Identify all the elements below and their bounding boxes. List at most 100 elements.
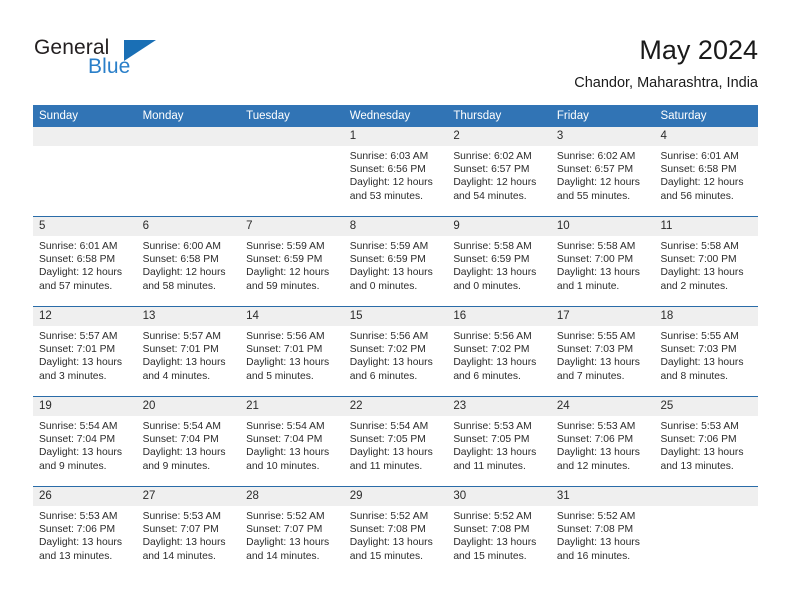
day-detail-line: Sunset: 7:06 PM [556,434,634,446]
day-number: 31 [550,487,655,506]
day-cell-29[interactable]: 29 Sunrise: 5:52 AM Sunset: 7:08 PM Dayligh… [343,487,448,576]
day-detail-line: Sunrise: 5:53 AM [660,421,739,432]
day-number: 28 [240,487,344,506]
day-cell-17[interactable]: 17 Sunrise: 5:55 AM Sunset: 7:03 PM Dayligh… [550,307,655,396]
day-detail-line: and 9 minutes. [142,460,211,472]
day-detail-line: Sunrise: 5:58 AM [556,241,636,252]
day-cell-31[interactable]: 31 Sunrise: 5:52 AM Sunset: 7:08 PM Dayligh… [550,487,655,576]
day-detail-line: Sunrise: 5:56 AM [453,331,532,342]
day-details: Sunrise: 5:52 AM Sunset: 7:07 PM Daylight:… [240,506,344,563]
day-cell-4[interactable]: 4 Sunrise: 6:01 AM Sunset: 6:58 PM Daylight… [654,127,759,216]
day-detail-line: and 14 minutes. [142,550,216,562]
day-cell-25[interactable]: 25 Sunrise: 5:53 AM Sunset: 7:06 PM Dayligh… [654,397,759,486]
day-detail-line: Sunset: 7:04 PM [142,434,219,446]
day-cell-12[interactable]: 12 Sunrise: 5:57 AM Sunset: 7:01 PM Dayligh… [33,307,137,396]
day-detail-line: Daylight: 13 hours [556,537,640,549]
day-details: Sunrise: 6:01 AM Sunset: 6:58 PM Daylight:… [654,146,758,203]
day-detail-line: Daylight: 13 hours [39,357,122,369]
day-number: 13 [136,307,241,326]
day-detail-line: Sunrise: 5:52 AM [556,511,636,522]
day-detail-line: Sunrise: 5:57 AM [39,331,118,342]
title-block: May 2024 Chandor, Maharashtra, India [574,34,758,93]
weekday-header-sunday: Sunday [39,110,79,122]
page-header: General Blue May 2024 Chandor, Maharasht… [0,0,792,100]
day-cell-11[interactable]: 11 Sunrise: 5:58 AM Sunset: 7:00 PM Dayligh… [654,217,759,306]
day-detail-line: Daylight: 13 hours [660,447,744,459]
day-number: 6 [136,217,241,236]
day-number: 3 [550,127,655,146]
day-detail-line: and 9 minutes. [39,460,107,472]
day-number: 20 [136,397,241,416]
day-cell-8[interactable]: 8 Sunrise: 5:59 AM Sunset: 6:59 PM Daylight… [343,217,448,306]
day-detail-line: Sunset: 6:59 PM [246,254,323,266]
day-detail-line: Daylight: 13 hours [246,447,330,459]
day-detail-line: Daylight: 13 hours [142,357,226,369]
day-detail-line: Daylight: 13 hours [349,267,433,279]
day-detail-line: and 6 minutes. [349,370,418,382]
day-cell-10[interactable]: 10 Sunrise: 5:58 AM Sunset: 7:00 PM Dayligh… [550,217,655,306]
day-cell-16[interactable]: 16 Sunrise: 5:56 AM Sunset: 7:02 PM Dayligh… [447,307,551,396]
day-cell-24[interactable]: 24 Sunrise: 5:53 AM Sunset: 7:06 PM Dayligh… [550,397,655,486]
day-cell-13[interactable]: 13 Sunrise: 5:57 AM Sunset: 7:01 PM Dayligh… [136,307,241,396]
day-detail-line: Sunset: 7:03 PM [660,344,737,356]
day-detail-line: Sunset: 7:08 PM [349,524,426,536]
day-detail-line: Daylight: 12 hours [660,177,744,189]
calendar-week-row: 26 Sunrise: 5:53 AM Sunset: 7:06 PM Dayligh… [33,486,759,576]
day-detail-line: Sunrise: 5:58 AM [660,241,739,252]
day-detail-line: Sunrise: 5:52 AM [246,511,325,522]
day-cell-2[interactable]: 2 Sunrise: 6:02 AM Sunset: 6:57 PM Daylight… [447,127,551,216]
day-number: 4 [654,127,759,146]
day-number: 1 [343,127,448,146]
day-number [33,127,137,146]
day-details: Sunrise: 5:56 AM Sunset: 7:01 PM Daylight:… [240,326,344,383]
day-details: Sunrise: 6:01 AM Sunset: 6:58 PM Daylight:… [33,236,137,293]
day-detail-line: Daylight: 12 hours [556,177,640,189]
day-detail-line: Sunset: 7:00 PM [556,254,634,266]
weekday-header-wednesday: Wednesday [349,110,411,122]
weekday-header-monday: Monday [142,110,184,122]
general-blue-logo[interactable]: General Blue [34,36,164,82]
day-detail-line: Sunset: 7:00 PM [660,254,737,266]
day-detail-line: Daylight: 12 hours [246,267,330,279]
day-detail-line: Daylight: 13 hours [246,537,330,549]
day-cell-28[interactable]: 28 Sunrise: 5:52 AM Sunset: 7:07 PM Dayligh… [240,487,344,576]
day-detail-line: Sunset: 7:07 PM [142,524,219,536]
day-number [136,127,241,146]
day-details [240,146,344,150]
day-detail-line: and 3 minutes. [39,370,107,382]
day-detail-line: and 56 minutes. [660,190,734,202]
day-cell-20[interactable]: 20 Sunrise: 5:54 AM Sunset: 7:04 PM Dayligh… [136,397,241,486]
day-cell-14[interactable]: 14 Sunrise: 5:56 AM Sunset: 7:01 PM Dayligh… [240,307,344,396]
day-detail-line: and 1 minute. [556,280,620,292]
day-cell-21[interactable]: 21 Sunrise: 5:54 AM Sunset: 7:04 PM Dayligh… [240,397,344,486]
day-detail-line: Sunrise: 6:01 AM [39,241,118,252]
day-number: 24 [550,397,655,416]
day-detail-line: Sunrise: 5:52 AM [349,511,429,522]
day-cell-1[interactable]: 1 Sunrise: 6:03 AM Sunset: 6:56 PM Daylight… [343,127,448,216]
day-details [33,146,137,150]
day-detail-line: and 15 minutes. [453,550,527,562]
day-cell-19[interactable]: 19 Sunrise: 5:54 AM Sunset: 7:04 PM Dayligh… [33,397,137,486]
day-cell-9[interactable]: 9 Sunrise: 5:58 AM Sunset: 6:59 PM Daylight… [447,217,551,306]
day-number: 14 [240,307,344,326]
day-detail-line: Daylight: 12 hours [39,267,122,279]
day-cell-15[interactable]: 15 Sunrise: 5:56 AM Sunset: 7:02 PM Dayligh… [343,307,448,396]
day-detail-line: Sunrise: 6:01 AM [660,151,739,162]
day-cell-18[interactable]: 18 Sunrise: 5:55 AM Sunset: 7:03 PM Dayligh… [654,307,759,396]
day-details: Sunrise: 5:56 AM Sunset: 7:02 PM Daylight:… [447,326,551,383]
day-cell-30[interactable]: 30 Sunrise: 5:52 AM Sunset: 7:08 PM Dayligh… [447,487,551,576]
day-details: Sunrise: 5:54 AM Sunset: 7:04 PM Daylight:… [33,416,137,473]
day-cell-22[interactable]: 22 Sunrise: 5:54 AM Sunset: 7:05 PM Dayligh… [343,397,448,486]
day-detail-line: and 0 minutes. [453,280,521,292]
day-cell-23[interactable]: 23 Sunrise: 5:53 AM Sunset: 7:05 PM Dayligh… [447,397,551,486]
weekday-header-tuesday: Tuesday [246,110,290,122]
day-cell-6[interactable]: 6 Sunrise: 6:00 AM Sunset: 6:58 PM Daylight… [136,217,241,306]
day-cell-27[interactable]: 27 Sunrise: 5:53 AM Sunset: 7:07 PM Dayligh… [136,487,241,576]
day-cell-3[interactable]: 3 Sunrise: 6:02 AM Sunset: 6:57 PM Daylight… [550,127,655,216]
day-cell-5[interactable]: 5 Sunrise: 6:01 AM Sunset: 6:58 PM Daylight… [33,217,137,306]
day-detail-line: Sunset: 7:01 PM [246,344,323,356]
day-cell-26[interactable]: 26 Sunrise: 5:53 AM Sunset: 7:06 PM Dayligh… [33,487,137,576]
day-cell-7[interactable]: 7 Sunrise: 5:59 AM Sunset: 6:59 PM Daylight… [240,217,344,306]
day-detail-line: Daylight: 12 hours [453,177,537,189]
day-detail-line: and 15 minutes. [349,550,424,562]
